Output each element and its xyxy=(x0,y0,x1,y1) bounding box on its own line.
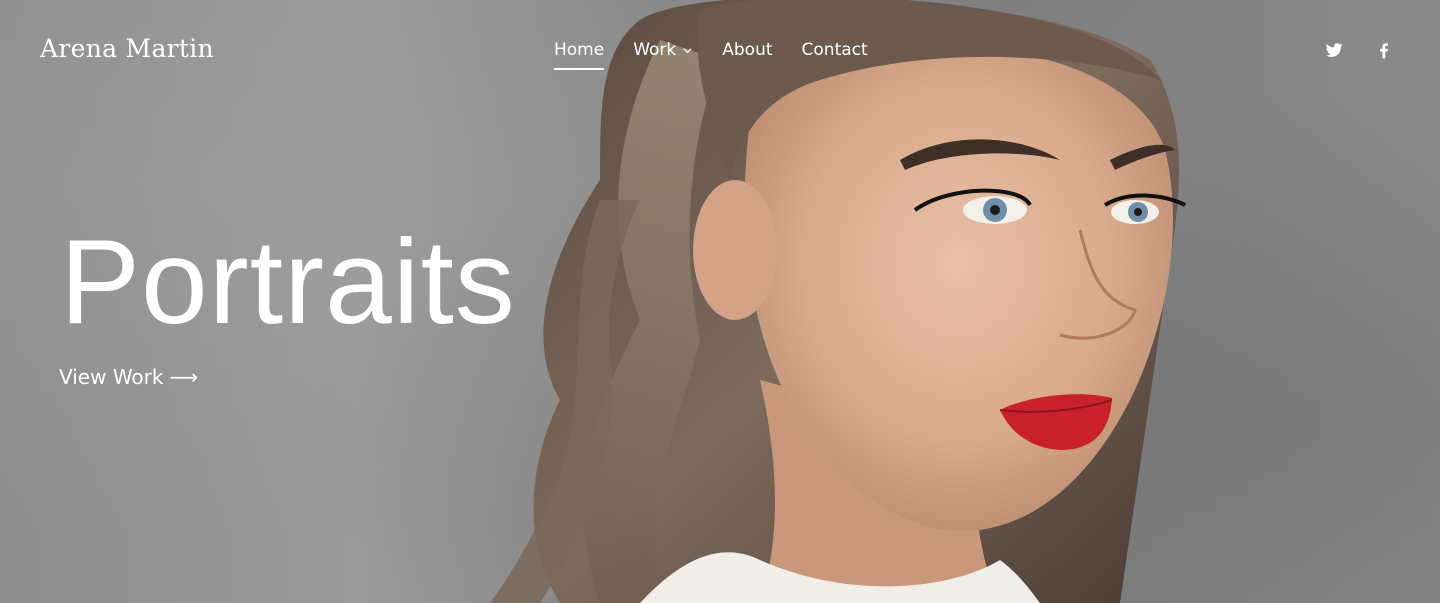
nav-item-label: About xyxy=(722,40,773,60)
facebook-icon[interactable] xyxy=(1374,40,1394,60)
nav-item-contact[interactable]: Contact xyxy=(802,40,868,60)
nav-item-work[interactable]: Work xyxy=(633,40,693,60)
nav-item-about[interactable]: About xyxy=(722,40,772,60)
nav-item-label: Work xyxy=(633,40,677,60)
hero-title: Portraits xyxy=(60,215,516,349)
site-logo[interactable]: Arena Martin xyxy=(40,34,214,63)
social-links xyxy=(1324,40,1394,60)
nav-item-label: Contact xyxy=(801,40,868,60)
arrow-right-icon: ⟶ xyxy=(169,365,199,389)
twitter-icon[interactable] xyxy=(1324,40,1344,60)
main-nav: Home Work About Contact xyxy=(554,40,868,70)
nav-item-home[interactable]: Home xyxy=(554,40,605,70)
view-work-link[interactable]: View Work ⟶ xyxy=(59,365,198,389)
chevron-down-icon xyxy=(683,47,692,53)
view-work-label: View Work xyxy=(59,365,164,389)
nav-item-label: Home xyxy=(554,40,605,60)
hero-section: Arena Martin Home Work About Contact Por… xyxy=(0,0,1440,603)
